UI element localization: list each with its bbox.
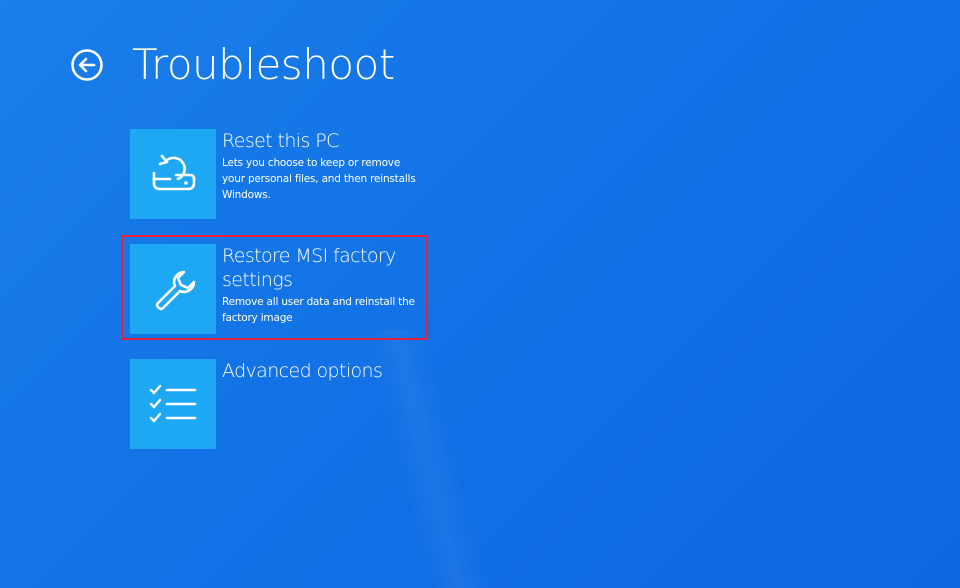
page-title: Troubleshoot [132,40,395,89]
option-reset-this-pc[interactable]: Reset this PC Lets you choose to keep or… [130,129,430,221]
option-tile [130,244,216,334]
option-text: Reset this PC Lets you choose to keep or… [222,129,422,203]
option-text: Advanced options [222,359,422,385]
option-text: Restore MSI factory settings Remove all … [222,244,422,326]
option-description: Lets you choose to keep or remove your p… [222,157,416,201]
reset-pc-icon [152,154,196,191]
option-description: Remove all user data and reinstall the f… [222,296,415,324]
back-arrow-icon [71,49,103,81]
option-title: Advanced options [222,360,383,382]
back-button[interactable] [70,48,104,82]
checklist-icon [149,384,197,423]
option-tile [130,129,216,219]
option-title: Reset this PC [222,130,339,152]
wrench-icon [155,270,196,311]
option-restore-msi-factory-settings[interactable]: Restore MSI factory settings Remove all … [130,244,430,336]
option-title: Restore MSI factory settings [222,245,396,291]
option-advanced-options[interactable]: Advanced options [130,359,430,451]
option-tile [130,359,216,449]
